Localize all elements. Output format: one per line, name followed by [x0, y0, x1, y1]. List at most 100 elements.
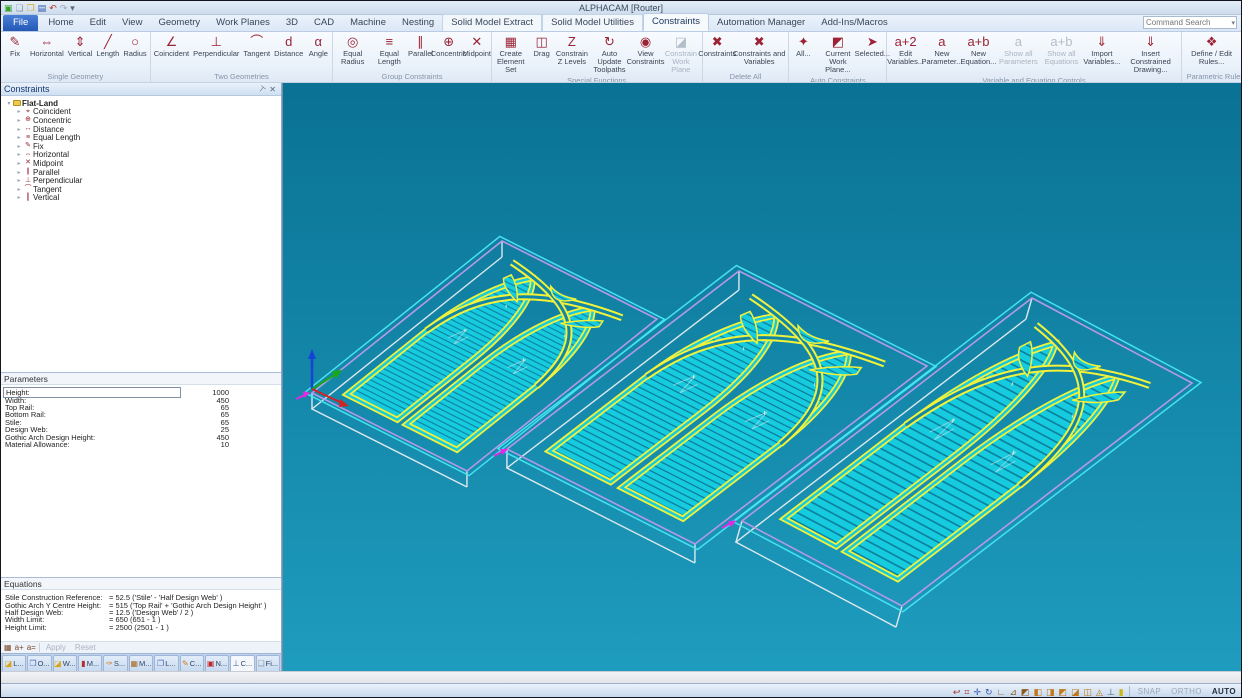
ribbon-button-constrain-z-levels[interactable]: ZConstrain Z Levels: [555, 33, 589, 67]
apply-button[interactable]: Apply: [43, 643, 69, 652]
ribbon-button-radius[interactable]: ○Radius: [121, 33, 148, 59]
expander-icon[interactable]: ▾: [5, 100, 13, 107]
ribbon-button-constrain-work-plane[interactable]: ◪Constrain Work Plane: [661, 33, 700, 75]
equation-grid-icon[interactable]: ▦: [4, 643, 12, 653]
tree-item-horizontal[interactable]: ▸⇔Horizontal: [5, 151, 281, 160]
expander-icon[interactable]: ▸: [15, 126, 23, 133]
tab-cad[interactable]: CAD: [306, 15, 342, 31]
viewport-canvas[interactable]: [283, 83, 1242, 671]
ribbon-button-perpendicular[interactable]: ⊥Perpendicular: [191, 33, 241, 59]
tab-file[interactable]: File: [3, 15, 38, 31]
ribbon-button-new-equation[interactable]: a+bNew Equation...: [961, 33, 996, 67]
view-back-icon[interactable]: ◫: [1082, 687, 1095, 697]
axes-display-icon[interactable]: ∟: [995, 687, 1008, 697]
view-front-icon[interactable]: ◨: [1044, 687, 1057, 697]
view-left-icon[interactable]: ◩: [1056, 687, 1069, 697]
pan-icon[interactable]: ✛: [971, 687, 983, 697]
panel-tab-7-c[interactable]: ✎C...: [180, 655, 204, 671]
ribbon-button-equal-length[interactable]: ≡Equal Length: [371, 33, 407, 67]
expander-icon[interactable]: ▸: [15, 160, 23, 167]
tree-item-distance[interactable]: ▸↔Distance: [5, 125, 281, 134]
show-parameters-icon[interactable]: a+: [15, 643, 24, 653]
panel-tab-2-w[interactable]: ◪W...: [53, 655, 77, 671]
triad-icon[interactable]: ⊿: [1007, 687, 1019, 697]
ribbon-button-create-element-set[interactable]: ▦Create Element Set: [493, 33, 529, 75]
tab-automation-manager[interactable]: Automation Manager: [709, 15, 813, 31]
panel-tab-10-fi[interactable]: ❏Fi...: [256, 655, 280, 671]
new-document-icon[interactable]: ❏: [16, 3, 24, 13]
ribbon-button-insert-constrained-drawing[interactable]: ⇓Insert Constrained Drawing...: [1122, 33, 1180, 75]
ribbon-button-concentric[interactable]: ⊕Concentric: [434, 33, 464, 59]
expander-icon[interactable]: ▸: [15, 108, 23, 115]
ribbon-button-show-all-parameters[interactable]: aShow all Parameters: [996, 33, 1041, 67]
work-plane-icon[interactable]: ◩: [1019, 687, 1032, 697]
ribbon-button-new-parameter[interactable]: aNew Parameter...: [923, 33, 961, 67]
ribbon-button-coincident[interactable]: ∠Coincident: [152, 33, 191, 59]
expander-icon[interactable]: ▸: [15, 177, 23, 184]
tree-root-flat-land[interactable]: ▾Flat-Land: [5, 99, 281, 108]
show-equations-icon[interactable]: a=: [27, 643, 36, 653]
ribbon-button-edit-variables[interactable]: a+2Edit Variables...: [888, 33, 923, 67]
ribbon-button-angle[interactable]: αAngle: [305, 33, 331, 59]
expander-icon[interactable]: ▸: [15, 151, 23, 158]
expander-icon[interactable]: ▸: [15, 143, 23, 150]
ribbon-button-constraints[interactable]: ✖Constraints: [704, 33, 731, 59]
expander-icon[interactable]: ▸: [15, 134, 23, 141]
tree-item-concentric[interactable]: ▸⊕Concentric: [5, 116, 281, 125]
tab-constraints[interactable]: Constraints: [643, 13, 709, 31]
view-iso-icon[interactable]: ◬: [1094, 687, 1105, 697]
tree-item-tangent[interactable]: ▸⌒Tangent: [5, 185, 281, 194]
toggle-snap[interactable]: SNAP: [1133, 687, 1166, 696]
expander-icon[interactable]: ▸: [15, 186, 23, 193]
undo-icon[interactable]: ↶: [49, 3, 57, 13]
ribbon-button-vertical[interactable]: ⇕Vertical: [66, 33, 95, 59]
drawing-viewport[interactable]: [282, 83, 1241, 671]
panel-tab-3-m[interactable]: ▮M...: [78, 655, 102, 671]
panel-tab-1-o[interactable]: ❒O...: [27, 655, 51, 671]
ribbon-button-drag[interactable]: ◫Drag: [529, 33, 555, 59]
panel-tab-0-l[interactable]: ◪L...: [2, 655, 26, 671]
panel-tab-5-m[interactable]: ▦M...: [129, 655, 153, 671]
redo-icon[interactable]: ↷: [60, 3, 68, 13]
qat-menu-icon[interactable]: ▾: [70, 3, 75, 13]
ribbon-button-length[interactable]: ╱Length: [94, 33, 121, 59]
rotate-view-icon[interactable]: ↻: [983, 687, 995, 697]
material-block-icon[interactable]: ▮: [1117, 687, 1126, 697]
zoom-window-icon[interactable]: ⌗: [962, 687, 971, 697]
tab-geometry[interactable]: Geometry: [150, 15, 208, 31]
ribbon-button-equal-radius[interactable]: ◎Equal Radius: [334, 33, 371, 67]
alphacam-logo-icon[interactable]: ▣: [4, 3, 13, 13]
tree-item-perpendicular[interactable]: ▸⊥Perpendicular: [5, 176, 281, 185]
open-folder-icon[interactable]: ❒: [27, 3, 35, 13]
ribbon-button-auto-update-toolpaths[interactable]: ↻Auto Update Toolpaths: [589, 33, 630, 75]
reset-button[interactable]: Reset: [72, 643, 99, 652]
panel-tab-4-s[interactable]: ✑S...: [103, 655, 127, 671]
tab-solid-model-utilities[interactable]: Solid Model Utilities: [542, 14, 643, 31]
panel-tab-8-n[interactable]: ▣N...: [205, 655, 229, 671]
panel-tab-9-c[interactable]: ⊥C...: [230, 655, 254, 671]
parameter-value[interactable]: 10: [181, 440, 233, 449]
ribbon-button-import-variables[interactable]: ⇓Import Variables...: [1082, 33, 1121, 67]
ribbon-button-view-constraints[interactable]: ◉View Constraints: [630, 33, 661, 67]
ribbon-button-current-work-plane[interactable]: ◩Current Work Plane...: [816, 33, 859, 75]
view-right-icon[interactable]: ◪: [1069, 687, 1082, 697]
tab-3d[interactable]: 3D: [278, 15, 306, 31]
tab-work-planes[interactable]: Work Planes: [208, 15, 278, 31]
ribbon-button-constraints-and-variables[interactable]: ✖Constraints and Variables: [731, 33, 788, 67]
ribbon-button-selected[interactable]: ➤Selected...: [859, 33, 885, 59]
save-icon[interactable]: ▤: [38, 3, 47, 13]
tab-nesting[interactable]: Nesting: [394, 15, 442, 31]
command-search-input[interactable]: [1144, 18, 1231, 27]
toggle-auto[interactable]: AUTO: [1207, 687, 1241, 696]
view-top-icon[interactable]: ◧: [1031, 687, 1044, 697]
ribbon-button-parallel[interactable]: ∥Parallel: [408, 33, 434, 59]
ribbon-button-show-all-equations[interactable]: a+bShow all Equations: [1041, 33, 1082, 67]
tree-item-parallel[interactable]: ▸∥Parallel: [5, 168, 281, 177]
ribbon-button-define-edit-rules[interactable]: ❖Define / Edit Rules...: [1183, 33, 1241, 67]
tab-view[interactable]: View: [114, 15, 150, 31]
ribbon-button-midpoint[interactable]: ✕Midpoint: [464, 33, 490, 59]
tree-item-equal-length[interactable]: ▸≡Equal Length: [5, 133, 281, 142]
tab-machine[interactable]: Machine: [342, 15, 394, 31]
ribbon-button-horizontal[interactable]: ⇔Horizontal: [28, 33, 66, 59]
tab-home[interactable]: Home: [40, 15, 81, 31]
